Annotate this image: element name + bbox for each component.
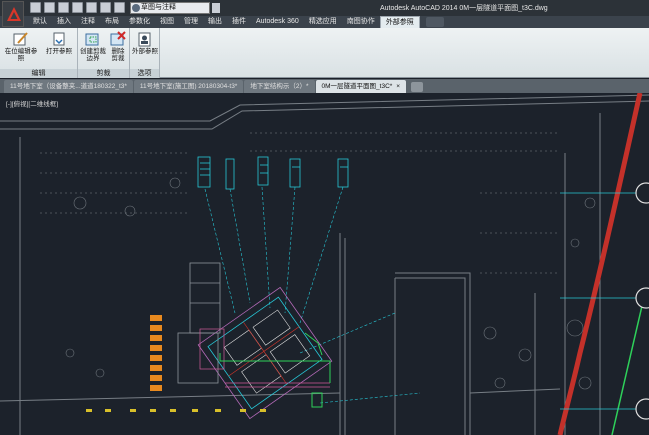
- open-icon[interactable]: [44, 2, 55, 13]
- save-as-icon[interactable]: [72, 2, 83, 13]
- ribbon-tab-parametric[interactable]: 参数化: [124, 16, 155, 28]
- open-reference-button[interactable]: 打开参照: [44, 31, 74, 55]
- viewport-label[interactable]: [-][俯视][二维线框]: [6, 98, 58, 108]
- create-clip-label-2: 边界: [86, 55, 100, 62]
- ribbon-group-clip-label: 剪裁: [78, 69, 129, 78]
- ribbon-group-clip: 创建剪裁 边界 删除 剪裁 剪裁: [78, 28, 130, 78]
- ribbon-panel: 在位编辑参照 打开参照 编辑 创建剪裁 边界 删除 剪裁 剪裁 外部参照 选项: [0, 28, 649, 78]
- ribbon-minimize-toggle[interactable]: [425, 17, 444, 27]
- print-icon[interactable]: [86, 2, 97, 13]
- create-clip-boundary-button[interactable]: 创建剪裁 边界: [80, 31, 106, 62]
- gear-icon: [132, 4, 140, 12]
- open-reference-label: 打开参照: [46, 48, 72, 55]
- external-references-label: 外部参照: [132, 48, 158, 55]
- ribbon-tab-layout[interactable]: 布局: [100, 16, 124, 28]
- app-title: Autodesk AutoCAD 2014 0M一层隧道平面图_t3C.dwg: [380, 5, 548, 12]
- create-clip-icon: [84, 31, 102, 47]
- ribbon-tab-manage[interactable]: 管理: [179, 16, 203, 28]
- document-tab[interactable]: 11号地下室(施工图) 20180304-t3*: [133, 80, 244, 93]
- external-references-icon: [136, 31, 154, 47]
- drawing-canvas[interactable]: [-][俯视][二维线框]: [0, 93, 649, 435]
- chevron-down-icon[interactable]: [212, 3, 220, 13]
- edit-reference-label: 在位编辑参照: [4, 48, 38, 62]
- external-references-button[interactable]: 外部参照: [131, 31, 159, 55]
- save-icon[interactable]: [58, 2, 69, 13]
- undo-icon[interactable]: [100, 2, 111, 13]
- new-icon[interactable]: [30, 2, 41, 13]
- workspace-label: 草图与注释: [141, 4, 176, 11]
- workspace-select[interactable]: 草图与注释: [130, 2, 210, 14]
- document-tab[interactable]: 11号地下室（设备整夹...道道180322_t3*: [4, 80, 133, 93]
- document-tab-bar: 11号地下室（设备整夹...道道180322_t3* 11号地下室(施工图) 2…: [0, 79, 649, 93]
- ribbon-tab-default[interactable]: 默认: [28, 16, 52, 28]
- ribbon-group-options-label: 选项: [130, 69, 159, 78]
- ribbon-group-edit: 在位编辑参照 打开参照 编辑: [0, 28, 78, 78]
- quick-access-toolbar: [30, 2, 125, 14]
- document-tab-active[interactable]: 0M一层隧道平面图_t3C* ×: [315, 80, 407, 93]
- edit-reference-in-place-button[interactable]: 在位编辑参照: [4, 31, 38, 62]
- ribbon-tab-collab[interactable]: 南图协作: [342, 16, 380, 28]
- ribbon-tab-xref[interactable]: 外部参照: [379, 16, 420, 28]
- create-clip-label-1: 创建剪裁: [80, 48, 106, 55]
- new-tab-icon[interactable]: [411, 82, 424, 92]
- ribbon-tab-annotate[interactable]: 注释: [76, 16, 100, 28]
- ribbon-tab-bar: 默认 插入 注释 布局 参数化 视图 管理 输出 插件 Autodesk 360…: [0, 16, 649, 28]
- ribbon-tab-view[interactable]: 视图: [155, 16, 179, 28]
- ribbon-tab-autodesk360[interactable]: Autodesk 360: [251, 16, 304, 28]
- ribbon-tab-output[interactable]: 输出: [203, 16, 227, 28]
- delete-clip-icon: [109, 31, 127, 47]
- edit-reference-icon: [12, 31, 30, 47]
- document-tab[interactable]: 地下室结构示（2）*: [244, 80, 315, 93]
- ribbon-tab-featured-apps[interactable]: 精选应用: [304, 16, 342, 28]
- application-menu-button[interactable]: [2, 1, 24, 27]
- open-reference-icon: [50, 31, 68, 47]
- delete-clip-label-1: 删除: [111, 48, 125, 55]
- ribbon-tab-plugins[interactable]: 插件: [227, 16, 251, 28]
- title-bar: 草图与注释 Autodesk AutoCAD 2014 0M一层隧道平面图_t3…: [0, 0, 649, 16]
- ribbon-tab-insert[interactable]: 插入: [52, 16, 76, 28]
- close-icon[interactable]: ×: [396, 83, 400, 90]
- ribbon-group-edit-label: 编辑: [0, 69, 77, 78]
- autocad-logo-icon: [7, 7, 21, 21]
- redo-icon[interactable]: [114, 2, 125, 13]
- delete-clip-label-2: 剪裁: [111, 55, 125, 62]
- ribbon-group-options: 外部参照 选项: [130, 28, 160, 78]
- cad-drawing: [0, 93, 649, 435]
- delete-clip-button[interactable]: 删除 剪裁: [107, 31, 129, 62]
